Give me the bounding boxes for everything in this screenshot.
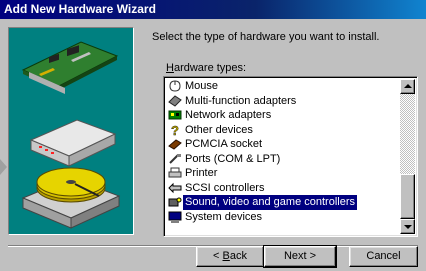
list-item-label: Ports (COM & LPT) (185, 152, 281, 165)
list-item[interactable]: PCMCIA socket (166, 137, 401, 152)
list-item[interactable]: ? Other devices (166, 123, 401, 138)
window-title: Add New Hardware Wizard (4, 2, 156, 16)
list-item-label: Sound, video and game controllers (182, 194, 358, 211)
adapter-icon (168, 95, 182, 107)
list-item[interactable]: Printer (166, 166, 401, 181)
list-item[interactable]: Ports (COM & LPT) (166, 152, 401, 167)
computer-icon (168, 211, 182, 223)
list-item-label: SCSI controllers (185, 181, 265, 194)
port-icon (168, 153, 182, 165)
hardware-types-accel: H (166, 62, 174, 74)
pcmcia-icon (168, 138, 182, 150)
list-item-label: Printer (185, 167, 218, 179)
wizard-illustration (8, 27, 134, 235)
up-arrow-icon (404, 84, 412, 88)
back-accel: B (222, 250, 230, 262)
scroll-down-button[interactable] (400, 219, 415, 234)
cancel-button[interactable]: Cancel (349, 246, 418, 267)
wizard-body: Select the type of hardware you want to … (0, 19, 426, 271)
next-button[interactable]: Next > (263, 245, 337, 268)
mouse-icon (168, 80, 182, 92)
instruction-text: Select the type of hardware you want to … (152, 31, 380, 43)
scsi-icon (168, 182, 182, 194)
list-item[interactable]: SCSI controllers (166, 181, 401, 196)
list-item[interactable]: Mouse (166, 79, 401, 94)
back-rest: ack (229, 250, 247, 262)
back-prefix: < (213, 250, 223, 262)
scroll-thumb[interactable] (400, 174, 415, 219)
list-item[interactable]: System devices (166, 210, 401, 225)
hard-drive-icon (21, 167, 121, 229)
list-item[interactable]: Network adapters (166, 108, 401, 123)
list-item-label: Mouse (185, 80, 219, 92)
sound-icon (168, 196, 182, 208)
scroll-up-button[interactable] (400, 79, 415, 94)
list-item-label: Multi-function adapters (185, 94, 297, 107)
network-icon (168, 109, 182, 121)
list-item-label: PCMCIA socket (185, 138, 263, 150)
hardware-types-label-text: ardware types: (173, 62, 247, 74)
modem-icon (29, 119, 117, 167)
printer-icon (168, 167, 182, 179)
svg-text:?: ? (171, 124, 179, 136)
down-arrow-icon (404, 225, 412, 229)
back-button[interactable]: < Back (196, 246, 264, 267)
hardware-illustration-icon (21, 41, 121, 229)
hardware-types-label: Hardware types: (166, 62, 246, 74)
list-item[interactable]: Sound, video and game controllers (166, 194, 401, 211)
list-item-label: Other devices (185, 123, 253, 136)
list-item[interactable]: Multi-function adapters (166, 94, 401, 109)
expansion-card-icon (21, 41, 119, 94)
list-item-label: Network adapters (185, 109, 272, 121)
list-item-label: System devices (185, 210, 263, 223)
hardware-types-list[interactable]: Mouse Multi-function adapters Network adap… (163, 76, 418, 237)
vertical-scrollbar[interactable] (400, 79, 415, 234)
left-arrow-decoration (0, 159, 7, 175)
question-icon: ? (168, 123, 182, 138)
title-bar: Add New Hardware Wizard (0, 0, 426, 19)
